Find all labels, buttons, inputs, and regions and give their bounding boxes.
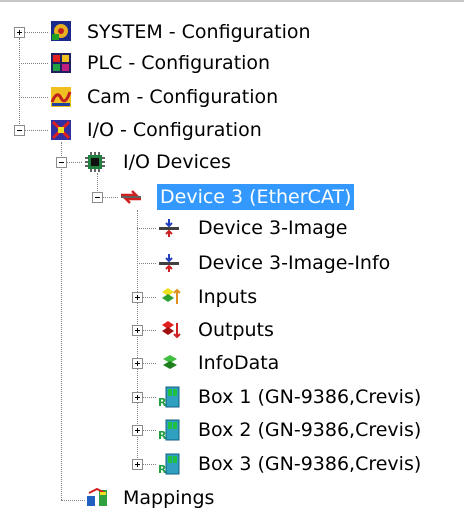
config-tree: SYSTEM - Configuration PLC - Configurati… xyxy=(0,0,464,511)
tree-line xyxy=(61,500,85,501)
tree-label[interactable]: I/O Devices xyxy=(120,149,234,175)
collapse-toggle[interactable] xyxy=(92,192,103,203)
collapse-toggle[interactable] xyxy=(56,157,67,168)
tree-label[interactable]: SYSTEM - Configuration xyxy=(84,19,314,45)
tree-line xyxy=(19,38,20,130)
tree-line xyxy=(142,297,156,298)
tree-label[interactable]: PLC - Configuration xyxy=(84,50,273,76)
tree-line xyxy=(102,197,118,198)
expand-toggle[interactable] xyxy=(132,459,143,470)
expand-toggle[interactable] xyxy=(132,325,143,336)
tree-line xyxy=(24,130,48,131)
box-module-icon: R xyxy=(158,386,180,408)
collapse-toggle[interactable] xyxy=(14,125,25,136)
io-config-icon xyxy=(51,120,71,140)
process-image-info-icon xyxy=(159,254,179,272)
tree-label[interactable]: Outputs xyxy=(195,317,277,343)
tree-label[interactable]: Box 3 (GN-9386,Crevis) xyxy=(195,451,424,477)
tree-line xyxy=(142,330,156,331)
tree-label[interactable]: InfoData xyxy=(195,350,282,376)
tree-line xyxy=(24,32,48,33)
cam-config-icon xyxy=(50,87,72,107)
tree-line xyxy=(19,63,48,64)
infodata-icon xyxy=(163,355,177,369)
tree-line xyxy=(137,263,156,264)
tree-label[interactable]: Device 3-Image xyxy=(195,215,350,241)
expand-toggle[interactable] xyxy=(132,425,143,436)
outputs-icon xyxy=(162,321,181,339)
system-config-icon xyxy=(51,21,71,41)
tree-label-selected[interactable]: Device 3 (EtherCAT) xyxy=(157,184,355,210)
box-module-icon: R xyxy=(158,419,180,441)
ethercat-device-icon xyxy=(121,190,141,204)
process-image-icon xyxy=(159,219,179,237)
tree-label[interactable]: I/O - Configuration xyxy=(84,117,265,143)
expand-toggle[interactable] xyxy=(132,358,143,369)
tree-line xyxy=(19,97,48,98)
tree-line xyxy=(142,397,156,398)
tree-line xyxy=(66,162,82,163)
tree-line xyxy=(142,430,156,431)
expand-toggle[interactable] xyxy=(132,292,143,303)
tree-line xyxy=(61,142,62,500)
expand-toggle[interactable] xyxy=(14,27,25,38)
inputs-icon xyxy=(162,288,181,304)
tree-label[interactable]: Box 2 (GN-9386,Crevis) xyxy=(195,417,424,443)
tree-label[interactable]: Device 3-Image-Info xyxy=(195,250,393,276)
tree-line xyxy=(142,363,156,364)
tree-label[interactable]: Inputs xyxy=(195,284,260,310)
tree-label[interactable]: Mappings xyxy=(120,485,217,511)
io-devices-icon xyxy=(85,152,105,172)
tree-label[interactable]: Cam - Configuration xyxy=(84,84,281,110)
tree-line xyxy=(142,464,156,465)
mappings-icon xyxy=(87,487,107,506)
plc-config-icon xyxy=(51,53,71,73)
tree-label[interactable]: Box 1 (GN-9386,Crevis) xyxy=(195,384,424,410)
tree-line xyxy=(137,228,156,229)
expand-toggle[interactable] xyxy=(132,392,143,403)
box-module-icon: R xyxy=(158,453,180,475)
